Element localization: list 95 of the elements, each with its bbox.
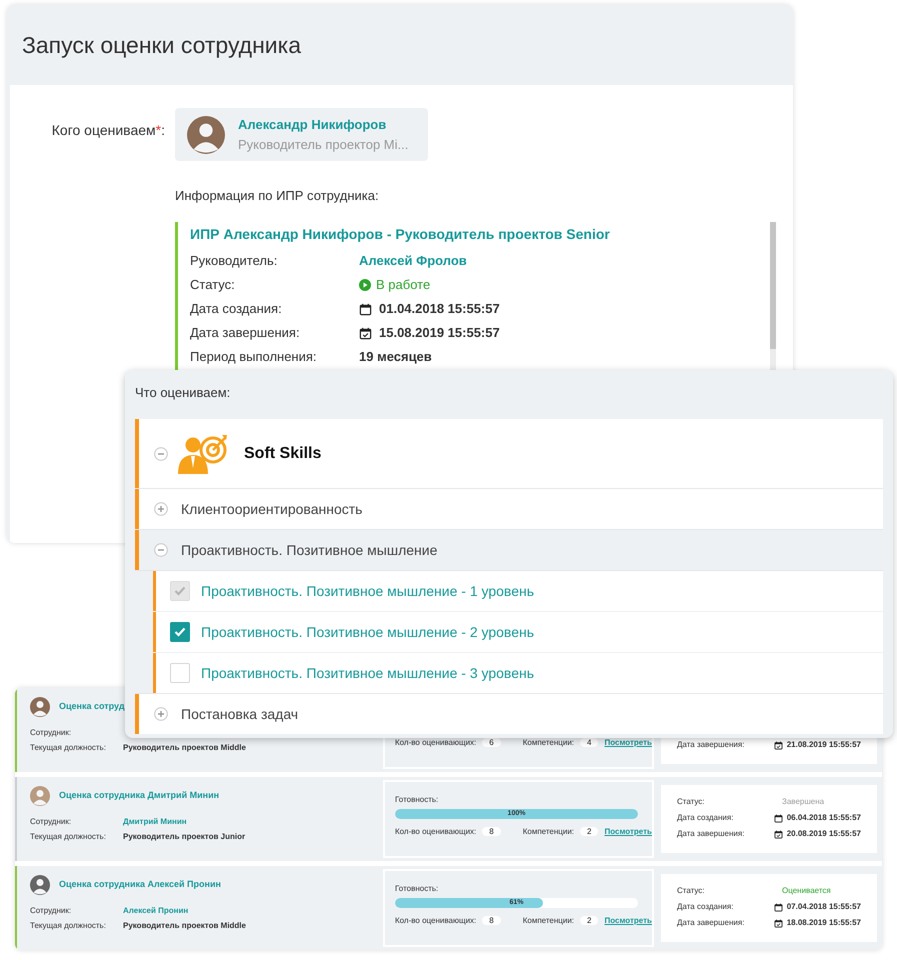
date-text: 07.04.2018 15:55:57 (786, 901, 861, 913)
employee-link[interactable]: Дмитрий Минин (123, 816, 187, 828)
level-label: Проактивность. Позитивное мышление - 2 уровень (201, 622, 534, 642)
date-text: 06.04.2018 15:55:57 (786, 812, 861, 824)
competency-row[interactable]: Клиентоориентированность (135, 489, 883, 529)
person-position: Руководитель проектор Mi... (238, 136, 408, 154)
position-label: Текущая должность: (30, 920, 107, 932)
date-text: 01.04.2018 15:55:57 (379, 300, 500, 318)
avatar (30, 697, 50, 717)
employee-label: Сотрудник: (30, 726, 72, 738)
check-icon (174, 586, 186, 596)
person-target-icon (177, 432, 229, 474)
position-label: Текущая должность: (30, 742, 107, 754)
due-label: Дата завершения: (677, 917, 746, 929)
competencies-label: Компетенции: (522, 826, 574, 838)
evaluation-title[interactable]: Оценка сотрудника Алексей Пронин (59, 878, 221, 892)
calendar-icon (774, 902, 783, 912)
raters-label: Кол-во оценивающих: (395, 826, 476, 838)
expand-icon[interactable] (154, 707, 168, 721)
person-name: Александр Никифоров (238, 116, 388, 134)
evaluation-title[interactable]: Оценка сотруд (59, 700, 125, 714)
competency-label: Постановка задач (181, 704, 298, 724)
competency-label: Клиентоориентированность (181, 500, 362, 519)
person-card[interactable]: Александр Никифоров Руководитель проектор Mi... (175, 108, 428, 161)
employee-label: Сотрудник: (30, 816, 72, 828)
calendar-icon (359, 302, 372, 316)
view-link[interactable]: Посмотреть (604, 915, 652, 927)
field-label: Кого оцениваем*: (52, 122, 165, 138)
date-text: 15.08.2019 15:55:57 (379, 324, 500, 342)
position-label: Текущая должность: (30, 830, 107, 842)
group-title: Soft Skills (244, 444, 322, 464)
due-label: Дата завершения: (677, 828, 746, 840)
competencies-count: 2 (580, 827, 598, 836)
level-row[interactable]: Проактивность. Позитивное мышление - 2 уровень (153, 612, 883, 652)
avatar (30, 786, 50, 806)
play-icon (359, 279, 371, 291)
status-label: Статус: (677, 885, 706, 897)
raters-count: 6 (482, 738, 501, 747)
level-row[interactable]: Проактивность. Позитивное мышление - 3 уровень (153, 653, 883, 693)
section-heading: Информация по ИПР сотрудника: (175, 188, 379, 203)
competencies-label: Компетенции: (522, 737, 574, 749)
info-label: Статус: (190, 276, 236, 294)
status-label: Статус: (677, 796, 706, 808)
raters-count: 8 (482, 916, 501, 925)
avatar (187, 116, 225, 154)
date-text: 20.08.2019 15:55:57 (786, 828, 861, 840)
date-text: 21.08.2019 15:55:57 (786, 739, 861, 751)
calendar-icon (774, 814, 783, 822)
competency-row[interactable]: Постановка задач (135, 694, 883, 734)
checkbox[interactable] (170, 622, 190, 642)
calendar-check-icon (774, 918, 783, 928)
info-label: Руководитель: (190, 252, 278, 270)
window-title: Запуск оценки сотрудника (22, 30, 302, 60)
position-text: Руководитель проектов Junior (123, 830, 246, 842)
level-label: Проактивность. Позитивное мышление - 3 уровень (201, 664, 534, 683)
evaluation-title[interactable]: Оценка сотрудника Дмитрий Минин (59, 789, 220, 803)
calendar-check-icon (774, 830, 783, 838)
calendar-check-icon (359, 326, 372, 340)
info-label: Дата создания: (190, 300, 283, 318)
status-text: В работе (376, 276, 430, 294)
readiness-label: Готовность: (395, 883, 440, 895)
position-text: Руководитель проектов Middle (123, 742, 246, 754)
created-label: Дата создания: (677, 812, 734, 824)
readiness-label: Готовность: (395, 794, 440, 806)
competency-row[interactable]: Проактивность. Позитивное мышление (135, 530, 883, 570)
competencies-count: 4 (580, 738, 598, 747)
calendar-check-icon (774, 740, 783, 750)
status-text: Завершена (782, 796, 824, 808)
due-label: Дата завершения: (677, 739, 746, 751)
view-link[interactable]: Посмотреть (604, 826, 652, 838)
position-text: Руководитель проектов Middle (123, 920, 246, 932)
raters-label: Кол-во оценивающих: (395, 915, 476, 927)
section-heading: Что оцениваем: (135, 384, 232, 402)
check-icon (174, 627, 186, 637)
date-text: 18.08.2019 15:55:57 (786, 917, 861, 929)
raters-count: 8 (482, 827, 501, 836)
status-text: Оценивается (782, 885, 831, 897)
expand-icon[interactable] (154, 502, 168, 516)
collapse-icon[interactable] (154, 446, 168, 460)
view-link[interactable]: Посмотреть (604, 737, 652, 749)
collapse-icon[interactable] (154, 543, 168, 557)
competencies-count: 2 (580, 916, 598, 925)
competency-label: Проактивность. Позитивное мышление (181, 540, 438, 560)
ipr-title[interactable]: ИПР Александр Никифоров - Руководитель проектов Senior (190, 225, 770, 243)
competencies-label: Компетенции: (522, 915, 574, 927)
created-label: Дата создания: (677, 901, 734, 913)
info-label: Период выполнения: (190, 348, 318, 366)
manager-link[interactable]: Алексей Фролов (359, 251, 467, 271)
employee-link[interactable]: Алексей Пронин (123, 904, 188, 916)
employee-label: Сотрудник: (30, 904, 72, 916)
info-label: Дата завершения: (190, 324, 301, 342)
avatar (30, 875, 50, 895)
period-text: 19 месяцев (359, 348, 432, 366)
raters-label: Кол-во оценивающих: (395, 737, 476, 749)
level-label: Проактивность. Позитивное мышление - 1 уровень (201, 582, 534, 601)
